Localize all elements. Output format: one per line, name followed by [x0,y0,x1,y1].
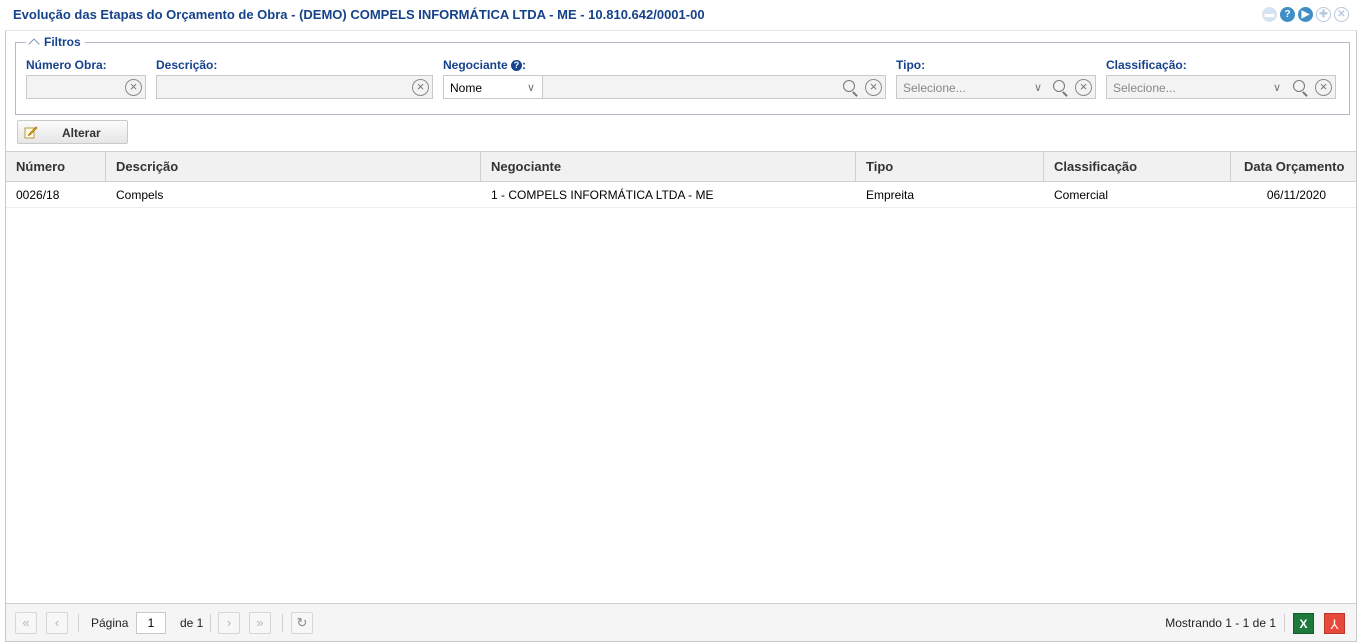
page-input[interactable]: 1 [136,612,166,634]
classificacao-placeholder: Selecione... [1113,81,1176,95]
cell-negociante: 1 - COMPELS INFORMÁTICA LTDA - ME [491,188,714,202]
column-header-tipo[interactable]: Tipo [856,152,1044,181]
clear-icon[interactable]: × [412,79,429,96]
column-header-descricao[interactable]: Descrição [106,152,481,181]
pager-summary: Mostrando 1 - 1 de 1 [1165,616,1276,630]
divider [210,614,211,632]
column-header-data[interactable]: Data Orçamento [1231,152,1356,181]
tipo-label: Tipo: [896,58,926,72]
cell-descricao: Compels [116,188,164,202]
cell-classificacao: Comercial [1054,188,1109,202]
negociante-label-text: Negociante [443,58,508,72]
next-page-icon[interactable]: › [218,612,240,634]
help-icon[interactable]: ? [1280,7,1295,22]
window-title: Evolução das Etapas do Orçamento de Obra… [13,7,705,22]
collapse-icon[interactable] [28,38,40,50]
negociante-mode-value: Nome [450,81,483,95]
pagination-bar: « ‹ Página 1 de 1 › » ↻ Mostrando 1 - 1 … [6,603,1356,641]
clear-icon[interactable]: × [1315,79,1332,96]
clear-icon[interactable]: × [1075,79,1092,96]
pdf-export-icon[interactable]: ⅄ [1324,613,1345,634]
column-header-numero[interactable]: Número [6,152,106,181]
divider [1284,614,1285,632]
move-icon[interactable]: ✚ [1316,7,1331,22]
tipo-placeholder: Selecione... [903,81,966,95]
alterar-button[interactable]: Alterar [17,120,128,144]
grid-header: Número Descrição Negociante Tipo Classif… [6,151,1356,182]
alterar-label: Alterar [62,126,101,140]
negociante-field[interactable]: Nome ∨ × [443,75,886,99]
cell-tipo: Empreita [866,188,915,202]
filters-legend-label: Filtros [44,35,81,49]
descricao-field[interactable]: × [156,75,433,99]
search-icon[interactable] [1052,79,1070,97]
negociante-mode-select[interactable]: Nome ∨ [444,76,543,98]
excel-export-icon[interactable]: X [1293,613,1314,634]
chevron-down-icon[interactable]: ∨ [1034,81,1042,94]
negociante-label: Negociante ?: [443,58,526,72]
tipo-select[interactable]: Selecione... ∨ × [896,75,1096,99]
minimize-icon[interactable]: ▬ [1262,7,1277,22]
divider [78,614,79,632]
main-panel: Filtros Número Obra: × Descrição: × Nego… [5,30,1357,642]
play-icon[interactable]: ▶ [1298,7,1313,22]
divider [282,614,283,632]
filters-panel: Filtros Número Obra: × Descrição: × Nego… [15,35,1350,115]
chevron-down-icon[interactable]: ∨ [527,81,535,94]
chevron-down-icon[interactable]: ∨ [1273,81,1281,94]
window-titlebar: Evolução das Etapas do Orçamento de Obra… [0,0,1357,30]
help-icon[interactable]: ? [511,59,523,71]
first-page-icon[interactable]: « [15,612,37,634]
search-icon[interactable] [1292,79,1310,97]
column-header-classificacao[interactable]: Classificação [1044,152,1231,181]
filters-legend[interactable]: Filtros [26,35,85,50]
classificacao-select[interactable]: Selecione... ∨ × [1106,75,1336,99]
clear-icon[interactable]: × [865,79,882,96]
clear-icon[interactable]: × [125,79,142,96]
table-row[interactable]: 0026/18 Compels 1 - COMPELS INFORMÁTICA … [6,182,1356,208]
cell-data: 06/11/2020 [1266,188,1326,202]
page-of-label: de 1 [180,616,204,630]
descricao-label: Descrição: [156,58,218,72]
numero-obra-label: Número Obra: [26,58,107,72]
close-icon[interactable]: ✕ [1334,7,1349,22]
classificacao-label: Classificação: [1106,58,1187,72]
column-header-negociante[interactable]: Negociante [481,152,856,181]
numero-obra-field[interactable]: × [26,75,146,99]
prev-page-icon[interactable]: ‹ [46,612,68,634]
negociante-label-suffix: : [522,58,527,72]
last-page-icon[interactable]: » [249,612,271,634]
search-icon[interactable] [842,79,860,97]
refresh-icon[interactable]: ↻ [291,612,313,634]
window-tools: ▬ ? ▶ ✚ ✕ [1262,7,1349,22]
edit-icon [24,126,38,139]
cell-numero: 0026/18 [16,188,60,202]
page-label: Página [91,616,129,630]
